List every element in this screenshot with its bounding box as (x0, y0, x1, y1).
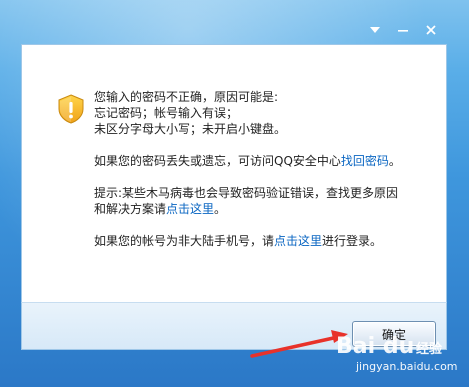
mobile-login-link[interactable]: 点击这里 (274, 234, 322, 248)
hint-line-2: 和解决方案请点击这里。 (94, 201, 434, 217)
hint-prefix: 和解决方案请 (94, 202, 167, 216)
watermark-brand: 经验 (416, 342, 443, 357)
recover-password-link[interactable]: 找回密码 (341, 154, 389, 168)
minimize-icon[interactable] (392, 20, 414, 40)
error-line-1: 您输入的密码不正确，原因可能是: (94, 90, 279, 104)
message-panel: 您输入的密码不正确，原因可能是: 忘记密码；帐号输入有误； 未区分字母大小写；未… (21, 44, 447, 303)
chevron-down-icon[interactable] (364, 20, 386, 40)
mobile-login-text: 如果您的帐号为非大陆手机号，请点击这里进行登录。 (94, 233, 434, 249)
warning-shield-icon (55, 93, 87, 125)
lost-password-suffix: 。 (388, 154, 401, 168)
error-line-2: 忘记密码；帐号输入有误； (94, 106, 239, 120)
hint-line-1: 提示:某些木马病毒也会导致密码验证错误，查找更多原因 (94, 186, 399, 200)
watermark-logo: Bai du (336, 334, 415, 359)
hint-suffix: 。 (214, 202, 227, 216)
error-line-3: 未区分字母大小写；未开启小键盘。 (94, 122, 287, 136)
error-message: 您输入的密码不正确，原因可能是: 忘记密码；帐号输入有误； 未区分字母大小写；未… (94, 89, 434, 249)
more-reasons-link[interactable]: 点击这里 (166, 202, 214, 216)
watermark-url: jingyan.baidu.com (356, 360, 458, 373)
baidu-jingyan-watermark: Bai du 经验 jingyan.baidu.com (336, 334, 464, 384)
mobile-login-prefix: 如果您的帐号为非大陆手机号，请 (94, 234, 275, 248)
lost-password-prefix: 如果您的密码丢失或遗忘，可访问QQ安全中心 (94, 154, 341, 168)
lost-password-text: 如果您的密码丢失或遗忘，可访问QQ安全中心找回密码。 (94, 153, 434, 169)
title-bar (0, 0, 469, 44)
mobile-login-suffix: 进行登录。 (322, 234, 383, 248)
close-icon[interactable] (420, 20, 442, 40)
